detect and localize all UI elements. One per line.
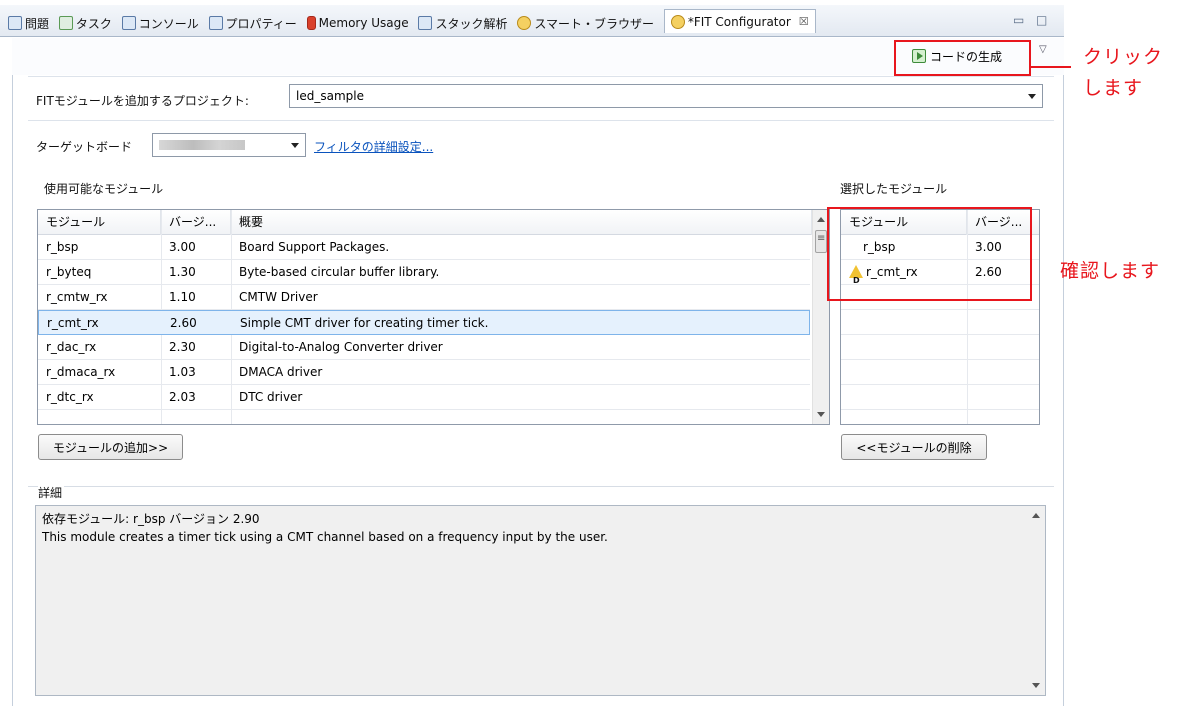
details-text-area[interactable]: 依存モジュール: r_bsp バージョン 2.90 This module cr…	[35, 505, 1046, 696]
module-cell: r_bsp	[46, 240, 79, 254]
annotation-box-generate	[894, 40, 1031, 76]
tab-stack-analysis[interactable]: スタック解析	[418, 13, 508, 33]
selected-modules-title: 選択したモジュール	[840, 182, 948, 196]
table-row-selected[interactable]: r_cmt_rx 2.60 Simple CMT driver for crea…	[38, 310, 810, 335]
fit-configurator-icon	[670, 14, 685, 29]
details-description-line: This module creates a timer tick using a…	[42, 530, 608, 544]
table-row[interactable]: r_dac_rx 2.30 Digital-to-Analog Converte…	[38, 335, 810, 360]
target-board-value-redacted	[159, 140, 245, 150]
version-cell: 2.30	[169, 340, 196, 354]
smart-browser-icon	[517, 16, 532, 30]
stack-analysis-icon	[418, 16, 433, 30]
remove-module-button[interactable]: <<モジュールの削除	[841, 434, 987, 460]
project-label: FITモジュールを追加するプロジェクト:	[36, 94, 249, 108]
table-row[interactable]: r_dmaca_rx 1.03 DMACA driver	[38, 360, 810, 385]
module-cell: r_dac_rx	[46, 340, 97, 354]
memory-usage-icon	[306, 16, 316, 30]
annotation-confirm-text: 確認します	[1060, 260, 1161, 282]
tab-fit-configurator-label: *FIT Configurator	[687, 14, 791, 29]
minimize-icon[interactable]: ▭	[1013, 13, 1024, 27]
chevron-down-icon	[291, 143, 299, 148]
module-cell: r_cmtw_rx	[46, 290, 108, 304]
scroll-down-icon[interactable]	[817, 412, 825, 417]
module-cell: r_dtc_rx	[46, 390, 94, 404]
version-cell: 1.03	[169, 365, 196, 379]
column-header-module[interactable]: モジュール	[38, 210, 161, 235]
version-cell: 1.30	[169, 265, 196, 279]
tab-problems-label: 問題	[25, 16, 50, 31]
filter-settings-link[interactable]: フィルタの詳細設定...	[314, 138, 433, 155]
version-cell: 2.60	[170, 316, 197, 330]
scrollbar-thumb[interactable]	[815, 230, 827, 253]
summary-cell: DMACA driver	[239, 365, 323, 379]
tab-tasks-label: タスク	[75, 16, 112, 31]
target-board-select[interactable]	[152, 133, 306, 157]
tab-fit-configurator[interactable]: *FIT Configurator ☒	[663, 9, 816, 33]
target-board-label: ターゲットボード	[36, 140, 133, 154]
details-dependency-line: 依存モジュール: r_bsp バージョン 2.90	[42, 512, 260, 526]
tab-stack-analysis-label: スタック解析	[435, 16, 508, 31]
summary-cell: Board Support Packages.	[239, 240, 390, 254]
console-icon	[121, 16, 136, 30]
tab-tasks[interactable]: タスク	[58, 13, 112, 33]
tab-memory-usage-label: Memory Usage	[318, 16, 409, 30]
annotation-click-text-line1: クリック	[1083, 46, 1164, 68]
table-row[interactable]: r_bsp 3.00 Board Support Packages.	[38, 235, 810, 260]
close-icon[interactable]: ☒	[799, 15, 809, 28]
empty-row	[841, 310, 1039, 335]
annotation-click-text-line2: します	[1083, 77, 1144, 99]
details-scrollbar[interactable]	[1028, 506, 1045, 695]
summary-cell: CMTW Driver	[239, 290, 318, 304]
tab-console[interactable]: コンソール	[121, 13, 199, 33]
tasks-icon	[58, 16, 73, 30]
tab-problems[interactable]: 問題	[8, 13, 49, 33]
summary-cell: Digital-to-Analog Converter driver	[239, 340, 443, 354]
module-cell: r_dmaca_rx	[46, 365, 116, 379]
tab-properties[interactable]: プロパティー	[208, 13, 297, 33]
column-header-summary[interactable]: 概要	[231, 210, 812, 235]
annotation-box-selected	[827, 207, 1032, 301]
details-title: 詳細	[38, 484, 65, 501]
tab-properties-label: プロパティー	[225, 16, 297, 31]
properties-icon	[208, 16, 223, 30]
tab-console-label: コンソール	[138, 16, 199, 31]
project-select[interactable]: led_sample	[289, 84, 1043, 108]
project-select-value: led_sample	[296, 89, 364, 103]
available-table-header: モジュール バージ... 概要	[38, 210, 829, 235]
available-modules-table: モジュール バージ... 概要 r_bsp 3.00 Board Support…	[37, 209, 830, 425]
summary-cell: Byte-based circular buffer library.	[239, 265, 440, 279]
scroll-up-icon[interactable]	[817, 217, 825, 222]
annotation-line	[1031, 66, 1071, 68]
maximize-icon[interactable]: □	[1036, 13, 1047, 27]
scroll-up-icon[interactable]	[1032, 513, 1040, 518]
problems-icon	[8, 16, 22, 30]
tab-smart-browser[interactable]: スマート・ブラウザー	[517, 13, 654, 33]
version-cell: 1.10	[169, 290, 196, 304]
module-cell: r_cmt_rx	[47, 316, 99, 330]
chevron-down-icon	[1028, 94, 1036, 99]
available-modules-title: 使用可能なモジュール	[44, 182, 164, 196]
view-tab-bar: 問題 タスク コンソール プロパティー Memory Usage スタック解析 …	[0, 5, 1064, 37]
empty-row	[841, 360, 1039, 385]
view-menu-icon[interactable]: ▽	[1039, 44, 1047, 55]
table-row[interactable]: r_dtc_rx 2.03 DTC driver	[38, 385, 810, 410]
tabs-row: 問題 タスク コンソール プロパティー Memory Usage スタック解析 …	[8, 9, 822, 33]
tab-memory-usage[interactable]: Memory Usage	[306, 13, 409, 33]
empty-row	[841, 385, 1039, 410]
table-row[interactable]: r_byteq 1.30 Byte-based circular buffer …	[38, 260, 810, 285]
add-module-button[interactable]: モジュールの追加>>	[38, 434, 183, 460]
version-cell: 3.00	[169, 240, 196, 254]
empty-row	[841, 335, 1039, 360]
module-cell: r_byteq	[46, 265, 92, 279]
summary-cell: Simple CMT driver for creating timer tic…	[240, 316, 489, 330]
summary-cell: DTC driver	[239, 390, 303, 404]
scroll-down-icon[interactable]	[1032, 683, 1040, 688]
version-cell: 2.03	[169, 390, 196, 404]
table-row[interactable]: r_cmtw_rx 1.10 CMTW Driver	[38, 285, 810, 310]
column-header-version[interactable]: バージ...	[161, 210, 231, 235]
tab-smart-browser-label: スマート・ブラウザー	[534, 16, 654, 31]
